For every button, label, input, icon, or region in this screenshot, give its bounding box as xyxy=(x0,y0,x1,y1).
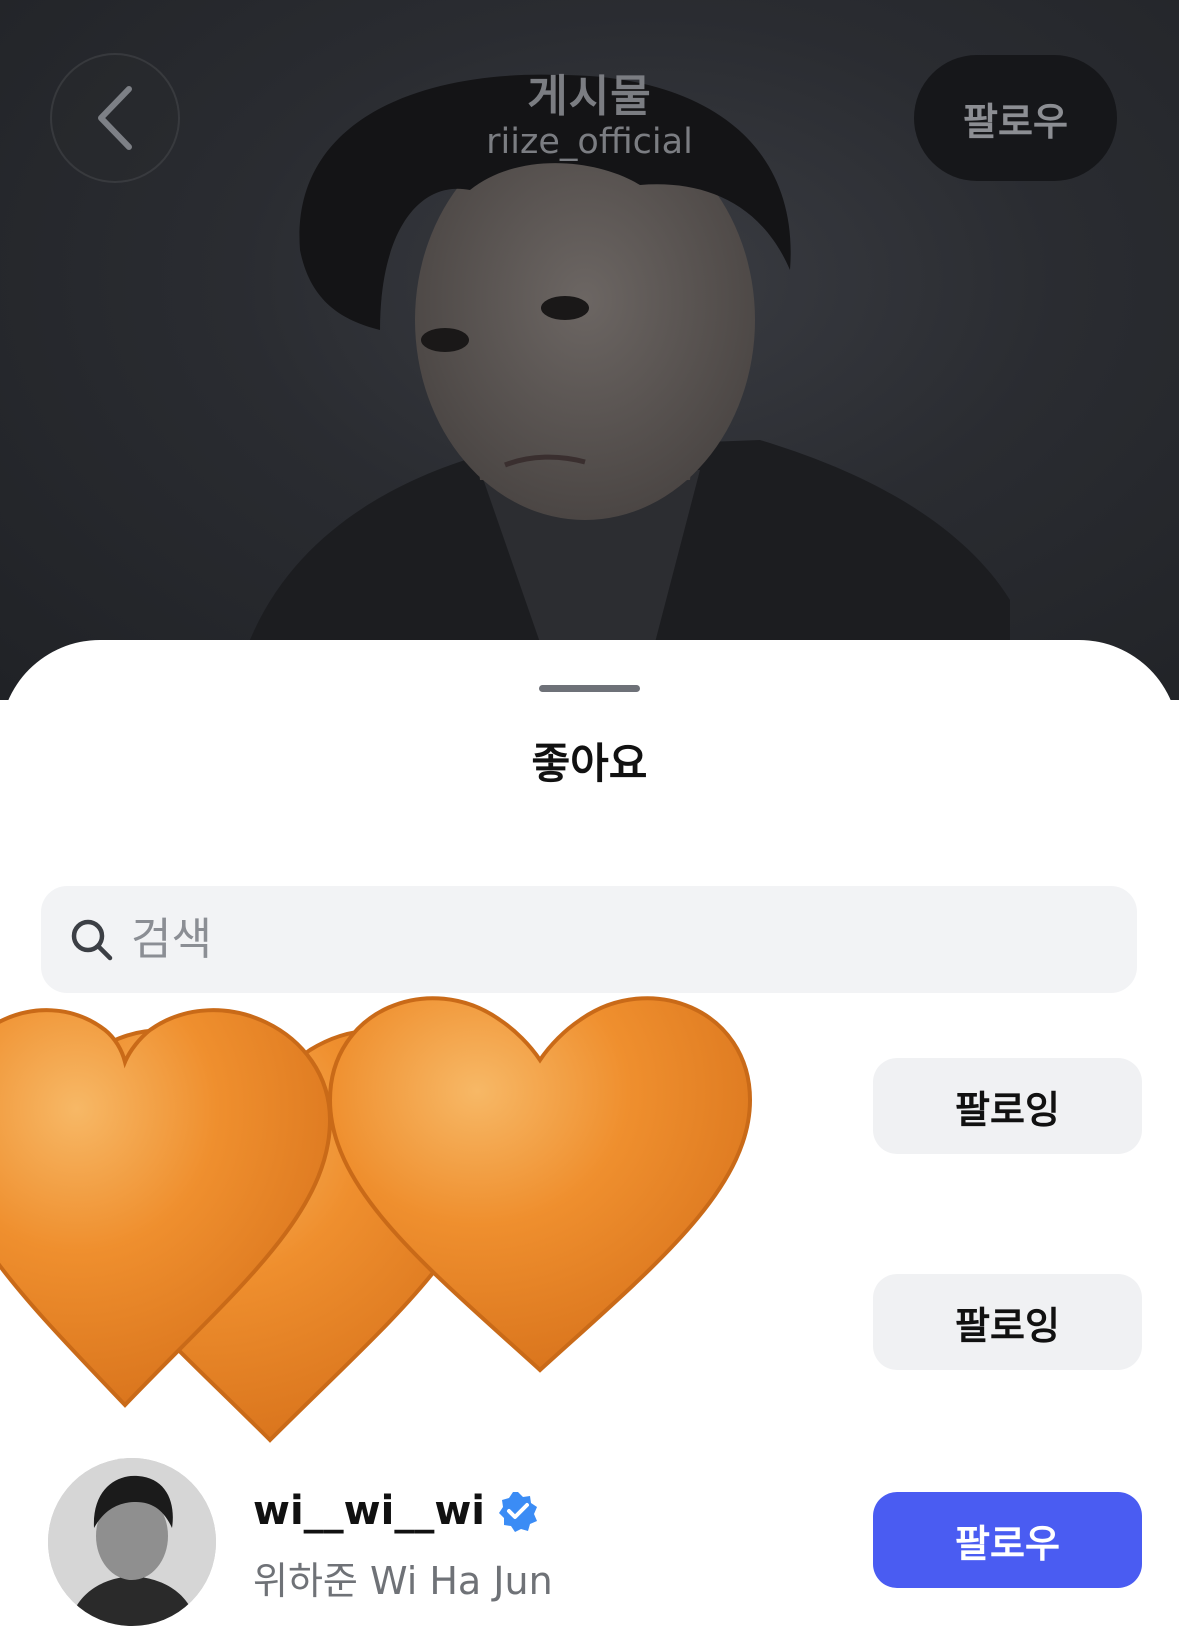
avatar[interactable] xyxy=(48,1458,216,1626)
following-button[interactable]: 팔로잉 xyxy=(873,1274,1142,1370)
header-follow-button[interactable]: 팔로우 xyxy=(914,55,1117,181)
username: wi__wi__wi xyxy=(253,1488,485,1534)
follow-button[interactable]: 팔로우 xyxy=(873,1492,1142,1588)
post-background: 게시물 riize_official 팔로우 xyxy=(0,0,1179,700)
search-bar[interactable] xyxy=(41,886,1137,993)
sheet-grabber[interactable] xyxy=(539,685,640,692)
sheet-title: 좋아요 xyxy=(531,739,648,788)
list-item[interactable]: wi__wi__wi 위하준 Wi Ha Jun 팔로우 xyxy=(0,1458,1179,1628)
following-button[interactable]: 팔로잉 xyxy=(873,1058,1142,1154)
search-icon xyxy=(71,919,113,960)
search-input[interactable] xyxy=(129,913,1033,966)
full-name: 위하준 Wi Ha Jun xyxy=(253,1559,553,1603)
verified-badge-icon xyxy=(499,1492,537,1532)
